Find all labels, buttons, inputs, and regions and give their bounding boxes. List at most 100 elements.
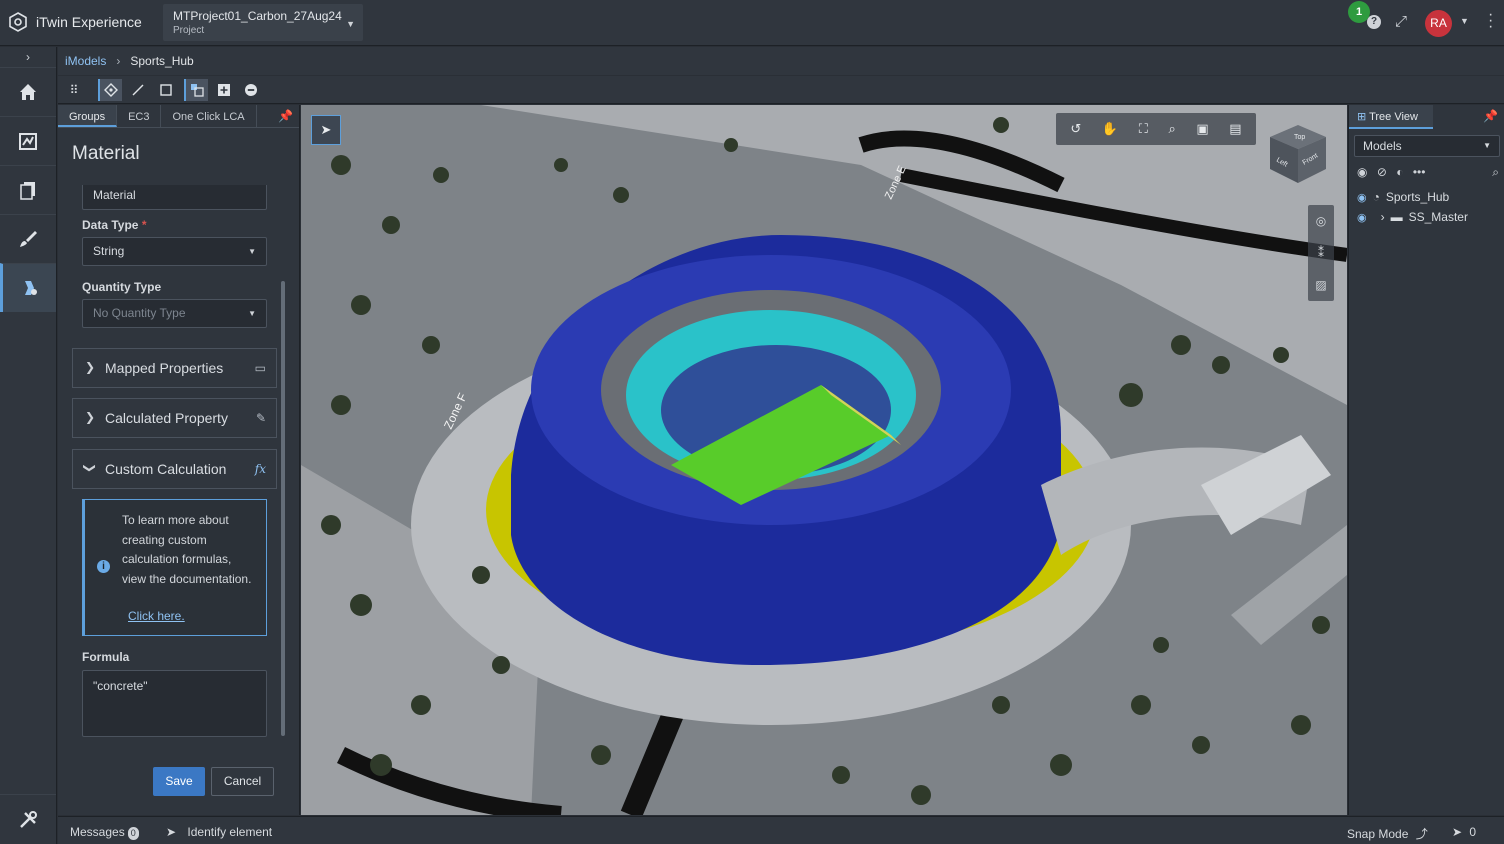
cursor-icon: ➤ xyxy=(1452,825,1463,839)
project-name: MTProject01_Carbon_27Aug24 xyxy=(173,9,342,23)
rail-documents[interactable] xyxy=(0,165,56,214)
formula-input[interactable]: "concrete" xyxy=(82,670,267,737)
rail-tools[interactable] xyxy=(0,794,56,844)
expand-rail-button[interactable]: › xyxy=(0,47,56,67)
documents-icon xyxy=(20,182,35,200)
3d-viewport[interactable]: Zone F Zone E ➤ ↺ ✋ ⛶ ⌕ ▣ ▤ Top Left Fro… xyxy=(301,105,1347,815)
model-icon: ◔ xyxy=(1372,190,1380,204)
avatar[interactable]: RA xyxy=(1425,10,1452,37)
point-icon xyxy=(104,83,118,97)
models-select-value: Models xyxy=(1363,139,1402,153)
rail-brush[interactable] xyxy=(0,214,56,263)
group-properties-panel: Groups EC3 One Click LCA 📌 Material Mate… xyxy=(58,105,300,815)
scrollbar-thumb[interactable] xyxy=(281,281,285,736)
snap-icon: ⤴ xyxy=(1415,827,1428,841)
fit-view-icon[interactable]: ⛶ xyxy=(1139,121,1148,137)
eye-icon[interactable]: ◉ xyxy=(1357,211,1367,224)
line-icon xyxy=(132,84,144,96)
help-icon[interactable]: ? xyxy=(1367,15,1381,29)
rail-home[interactable] xyxy=(0,67,56,116)
zoom-window-icon[interactable]: ⌕ xyxy=(1168,121,1175,137)
chevron-down-icon: ▼ xyxy=(346,19,355,29)
select-group-button[interactable] xyxy=(184,79,208,101)
view-undo-icon[interactable]: ▤ xyxy=(1229,121,1241,137)
breadcrumb-current: Sports_Hub xyxy=(130,54,194,68)
project-selector[interactable]: MTProject01_Carbon_27Aug24 Project ▼ xyxy=(163,4,363,41)
tools-icon xyxy=(20,810,37,828)
cursor-icon: ➤ xyxy=(320,122,332,137)
camera-icon[interactable]: ◎ xyxy=(1308,205,1334,237)
fullscreen-icon[interactable]: ⤢ xyxy=(1395,13,1407,30)
selection-count[interactable]: ➤ 0 xyxy=(1452,825,1476,839)
folder-icon: ▬ xyxy=(1390,210,1403,224)
eye-icon[interactable]: ◉ xyxy=(1357,191,1367,204)
section-icon[interactable]: ▨ xyxy=(1308,269,1334,301)
walk-icon[interactable]: ⁑ xyxy=(1308,237,1334,269)
tab-ec3[interactable]: EC3 xyxy=(117,105,162,127)
custom-calculation-accordion[interactable]: ❯ Custom Calculation fx xyxy=(72,449,277,489)
window-area-icon[interactable]: ▣ xyxy=(1196,121,1208,137)
tree-item-sports-hub[interactable]: ◉ ◔ Sports_Hub xyxy=(1357,188,1449,206)
tab-tree-view[interactable]: ⊞ Tree View xyxy=(1349,105,1433,129)
snap-mode-button[interactable]: Snap Mode ⤴ xyxy=(1347,825,1428,842)
cancel-button[interactable]: Cancel xyxy=(211,767,274,796)
accordion-label: Calculated Property xyxy=(105,410,228,426)
tree-item-ss-master[interactable]: ◉ › ▬ SS_Master xyxy=(1357,208,1468,226)
brand[interactable]: iTwin Experience xyxy=(8,12,142,32)
stadium-model-render[interactable]: Zone F Zone E xyxy=(301,105,1347,815)
page-title: Material xyxy=(72,143,140,164)
point-tool-button[interactable] xyxy=(98,79,122,101)
pan-icon[interactable]: ✋ xyxy=(1102,121,1118,137)
navigation-toolbar: ↺ ✋ ⛶ ⌕ ▣ ▤ xyxy=(1056,113,1256,145)
tab-one-click-lca[interactable]: One Click LCA xyxy=(161,105,257,127)
invert-icon[interactable]: ◐ xyxy=(1396,165,1403,179)
chevron-right-icon: › xyxy=(116,54,121,68)
tree-view-panel: ⊞ Tree View 📌 Models ▼ ◉ ⊘ ◐ ••• ⌕ ◉ ◔ Sp… xyxy=(1348,105,1504,815)
show-all-icon[interactable]: ◉ xyxy=(1357,165,1367,179)
add-square-icon xyxy=(218,84,230,96)
cursor-icon: ➤ xyxy=(166,825,177,839)
more-menu-icon[interactable]: · · · xyxy=(1488,7,1493,35)
calculated-property-accordion[interactable]: ❯ Calculated Property ✎ xyxy=(72,398,277,438)
data-type-select[interactable]: String ▼ xyxy=(82,237,267,266)
documentation-link[interactable]: Click here. xyxy=(128,609,185,623)
rail-map[interactable] xyxy=(0,116,56,165)
view-cube[interactable]: Top Left Front xyxy=(1266,123,1330,187)
brand-name: iTwin Experience xyxy=(36,14,142,30)
chevron-down-icon: ❯ xyxy=(83,462,98,474)
brush-icon xyxy=(20,231,37,247)
tab-groups[interactable]: Groups xyxy=(58,105,118,127)
breadcrumb-imodels-link[interactable]: iModels xyxy=(65,54,106,68)
rotate-icon[interactable]: ↺ xyxy=(1070,121,1081,137)
add-button[interactable] xyxy=(212,79,236,101)
select-tool-button[interactable]: ➤ xyxy=(311,115,341,145)
save-button[interactable]: Save xyxy=(153,767,205,796)
left-rail: › xyxy=(0,47,57,844)
status-bar: Messages 0 ➤ Identify element Snap Mode ⤴… xyxy=(58,816,1504,844)
more-options-icon[interactable]: ••• xyxy=(1413,165,1426,179)
chevron-right-icon[interactable]: › xyxy=(1381,210,1385,224)
area-tool-button[interactable] xyxy=(154,79,178,101)
chevron-down-icon[interactable]: ▼ xyxy=(1460,16,1469,26)
home-icon xyxy=(20,84,36,100)
hide-all-icon[interactable]: ⊘ xyxy=(1377,165,1387,179)
pin-icon[interactable]: 📌 xyxy=(278,109,293,123)
property-name-input[interactable]: Material xyxy=(82,185,267,210)
remove-button[interactable] xyxy=(239,79,263,101)
cube-top-label: Top xyxy=(1294,134,1305,141)
form-scrollbar[interactable] xyxy=(280,185,286,745)
line-tool-button[interactable] xyxy=(126,79,150,101)
tree-icon: ⊞ xyxy=(1357,111,1367,123)
models-select[interactable]: Models ▼ xyxy=(1354,135,1500,157)
tree-item-label: Sports_Hub xyxy=(1385,190,1450,204)
messages-button[interactable]: Messages 0 xyxy=(70,825,139,840)
data-type-label: Data Type * xyxy=(82,218,146,232)
quantity-type-select[interactable]: No Quantity Type ▼ xyxy=(82,299,267,328)
drag-handle-icon[interactable]: ⠿ xyxy=(62,79,86,101)
rail-carbon-calculation[interactable] xyxy=(0,263,56,312)
search-icon[interactable]: ⌕ xyxy=(1492,165,1499,180)
identify-label: Identify element xyxy=(187,825,273,839)
mapped-properties-accordion[interactable]: ❯ Mapped Properties ▭ xyxy=(72,348,277,388)
measure-toolbar: ⠿ xyxy=(58,76,1504,104)
pin-icon[interactable]: 📌 xyxy=(1483,109,1498,123)
